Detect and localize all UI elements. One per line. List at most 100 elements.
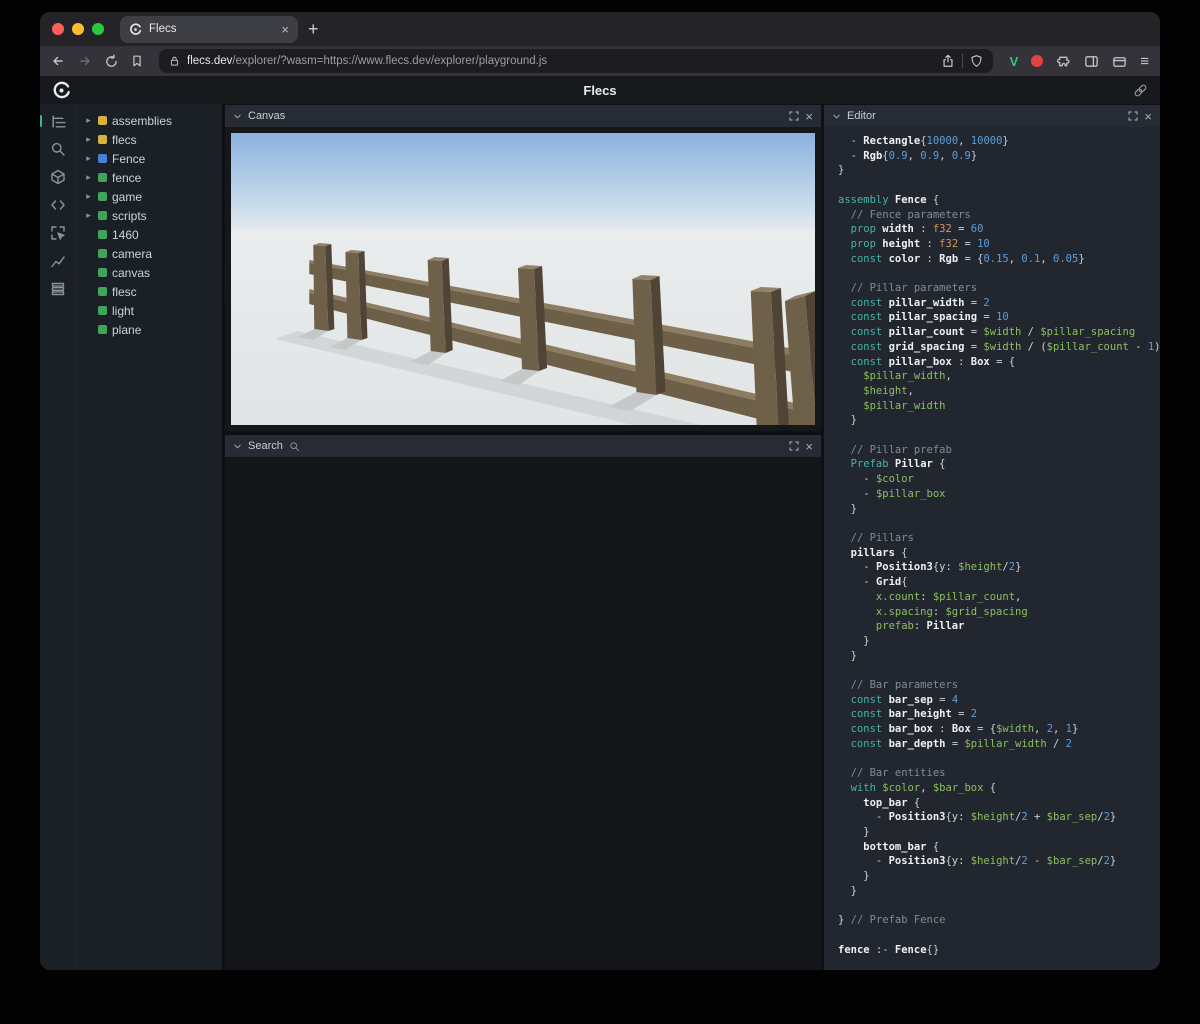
code-line[interactable]: } [838,649,1160,664]
code-line[interactable]: - Position3{y: $height/2 - $bar_sep/2} [838,854,1160,869]
expand-panel-icon[interactable] [789,441,800,451]
tree-item-camera[interactable]: ▸camera [77,244,222,263]
close-window-button[interactable] [52,23,64,35]
tree-item-fence[interactable]: ▸ fence [77,168,222,187]
code-line[interactable]: const pillar_spacing = 10 [838,310,1160,325]
expand-chevron-icon[interactable]: ▸ [84,115,93,126]
code-line[interactable]: } [838,869,1160,884]
code-line[interactable]: pillars { [838,546,1160,561]
canvas-panel-header[interactable]: Canvas × [225,105,821,127]
code-line[interactable]: const pillar_box : Box = { [838,355,1160,370]
tree-item-scripts[interactable]: ▸ scripts [77,206,222,225]
tree-item-plane[interactable]: ▸plane [77,320,222,339]
code-line[interactable]: fence :- Fence{} [838,943,1160,958]
code-editor[interactable]: - Rectangle{10000, 10000} - Rgb{0.9, 0.9… [824,127,1160,970]
code-line[interactable]: } [838,634,1160,649]
code-line[interactable]: - $color [838,472,1160,487]
close-panel-icon[interactable]: × [805,440,813,453]
code-line[interactable]: Prefab Pillar { [838,457,1160,472]
extension-red-icon[interactable] [1031,55,1044,67]
share-link-icon[interactable] [1133,83,1148,98]
address-bar[interactable]: flecs.dev/explorer/?wasm=https://www.fle… [159,49,993,73]
code-line[interactable]: top_bar { [838,796,1160,811]
expand-chevron-icon[interactable]: ▸ [84,191,93,202]
queries-icon[interactable] [47,280,69,298]
search-panel-header[interactable]: Search × [225,435,821,457]
tree-item-assemblies[interactable]: ▸ assemblies [77,111,222,130]
code-line[interactable]: } [838,502,1160,517]
tree-icon[interactable] [40,112,69,130]
code-line[interactable]: x.spacing: $grid_spacing [838,605,1160,620]
chevron-down-icon[interactable] [832,112,841,121]
code-line[interactable]: } [838,884,1160,899]
close-panel-icon[interactable]: × [805,110,813,123]
code-line[interactable]: const bar_sep = 4 [838,693,1160,708]
code-line[interactable]: const bar_height = 2 [838,707,1160,722]
inspect-icon[interactable] [47,224,69,242]
sidebar-toggle-icon[interactable] [1084,54,1099,69]
tree-item-light[interactable]: ▸light [77,301,222,320]
expand-chevron-icon[interactable]: ▸ [84,172,93,183]
minimize-window-button[interactable] [72,23,84,35]
expand-panel-icon[interactable] [789,111,800,121]
code-line[interactable]: - Rectangle{10000, 10000} [838,134,1160,149]
code-line[interactable]: } [838,163,1160,178]
editor-panel-header[interactable]: Editor × [824,105,1160,127]
extensions-puzzle-icon[interactable] [1056,54,1071,69]
tree-item-game[interactable]: ▸ game [77,187,222,206]
code-line[interactable]: // Bar parameters [838,678,1160,693]
code-line[interactable]: prop height : f32 = 10 [838,237,1160,252]
code-line[interactable] [838,752,1160,767]
code-line[interactable] [838,663,1160,678]
share-icon[interactable] [941,54,955,68]
code-icon[interactable] [47,196,69,214]
expand-chevron-icon[interactable]: ▸ [84,210,93,221]
code-line[interactable]: // Fence parameters [838,208,1160,223]
expand-panel-icon[interactable] [1128,111,1139,121]
code-line[interactable]: $height, [838,384,1160,399]
search-results-area[interactable] [225,457,821,970]
tree-item-canvas[interactable]: ▸canvas [77,263,222,282]
close-panel-icon[interactable]: × [1144,110,1152,123]
code-line[interactable]: $pillar_width [838,399,1160,414]
code-line[interactable]: $pillar_width, [838,369,1160,384]
tree-item-Fence[interactable]: ▸ Fence [77,149,222,168]
chevron-down-icon[interactable] [233,112,242,121]
code-line[interactable]: const color : Rgb = {0.15, 0.1, 0.05} [838,252,1160,267]
wallet-icon[interactable] [1112,54,1127,69]
reload-button[interactable] [104,53,119,69]
code-line[interactable]: // Pillars [838,531,1160,546]
tree-item-1460[interactable]: ▸1460 [77,225,222,244]
code-line[interactable]: // Pillar parameters [838,281,1160,296]
code-line[interactable]: // Bar entities [838,766,1160,781]
expand-chevron-icon[interactable]: ▸ [84,153,93,164]
stats-icon[interactable] [47,252,69,270]
code-line[interactable] [838,266,1160,281]
code-line[interactable] [838,516,1160,531]
new-tab-button[interactable]: + [308,19,319,40]
code-line[interactable]: - Grid{ [838,575,1160,590]
search-icon[interactable] [47,140,69,158]
code-line[interactable]: const bar_depth = $pillar_width / 2 [838,737,1160,752]
forward-button[interactable] [77,53,93,69]
browser-tab[interactable]: Flecs × [120,15,298,43]
code-line[interactable] [838,928,1160,943]
bookmark-icon[interactable] [130,54,144,68]
chevron-down-icon[interactable] [233,442,242,451]
code-line[interactable]: - Rgb{0.9, 0.9, 0.9} [838,149,1160,164]
code-line[interactable] [838,428,1160,443]
entities-icon[interactable] [47,168,69,186]
code-line[interactable]: bottom_bar { [838,840,1160,855]
3d-viewport[interactable] [231,133,815,425]
tab-close-icon[interactable]: × [281,22,289,37]
code-line[interactable]: assembly Fence { [838,193,1160,208]
tree-item-flesc[interactable]: ▸flesc [77,282,222,301]
code-line[interactable]: } [838,825,1160,840]
menu-icon[interactable]: ≡ [1140,53,1150,70]
code-line[interactable]: const bar_box : Box = {$width, 2, 1} [838,722,1160,737]
code-line[interactable]: const pillar_width = 2 [838,296,1160,311]
maximize-window-button[interactable] [92,23,104,35]
extension-v-icon[interactable]: V [1010,54,1019,69]
code-line[interactable]: // Pillar prefab [838,443,1160,458]
code-line[interactable] [838,899,1160,914]
